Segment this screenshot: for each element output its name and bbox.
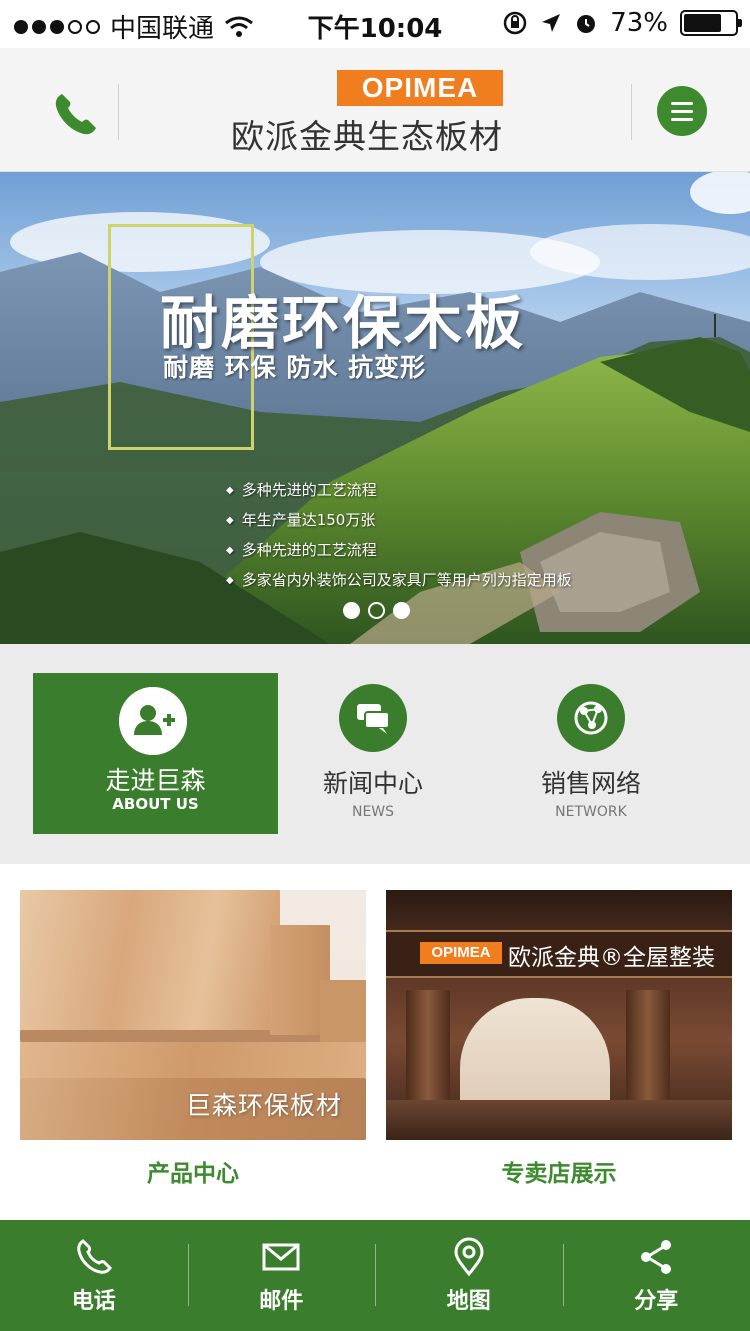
feature-title: 走进巨森 bbox=[105, 766, 206, 795]
add-user-icon bbox=[119, 687, 187, 755]
network-icon bbox=[557, 684, 625, 752]
feature-subtitle: ABOUT US bbox=[112, 795, 199, 813]
alarm-icon bbox=[577, 15, 596, 33]
pager-dot[interactable] bbox=[368, 602, 385, 619]
store-logo: OPIMEA bbox=[420, 942, 502, 964]
store-floor bbox=[386, 1100, 732, 1140]
product-center-card[interactable]: 巨森环保板材 产品中心 bbox=[20, 890, 366, 1188]
nav-label: 电话 bbox=[71, 1288, 116, 1314]
banner-bullet-list: 多种先进的工艺流程 年生产量达150万张 多种先进的工艺流程 多家省内外装饰公司… bbox=[226, 480, 572, 600]
pager-dot[interactable] bbox=[343, 602, 360, 619]
network-button[interactable]: 销售网络 NETWORK bbox=[501, 684, 681, 820]
banner-bullet: 年生产量达150万张 bbox=[226, 510, 572, 540]
feature-title: 销售网络 bbox=[540, 769, 641, 798]
phone-icon[interactable] bbox=[50, 88, 102, 140]
pager-dot[interactable] bbox=[393, 602, 410, 619]
store-sign-text: 欧派金典®全屋整装 bbox=[508, 945, 715, 971]
menu-icon-bar bbox=[671, 101, 693, 105]
carousel-pager bbox=[343, 602, 410, 619]
menu-icon-bar bbox=[671, 109, 693, 113]
feature-subtitle: NETWORK bbox=[555, 804, 627, 820]
brand-logo[interactable]: OPIMEA bbox=[337, 70, 503, 106]
wood-board-image: 巨森环保板材 bbox=[20, 890, 366, 1140]
menu-button[interactable] bbox=[657, 86, 707, 136]
header-divider bbox=[118, 84, 119, 140]
banner-bullet: 多种先进的工艺流程 bbox=[226, 480, 572, 510]
battery-percent: 73% bbox=[610, 8, 668, 38]
nav-mail-button[interactable]: 邮件 bbox=[187, 1220, 376, 1331]
product-image-text: 巨森环保板材 bbox=[185, 1091, 342, 1120]
store-interior-image: OPIMEA 欧派金典®全屋整装 bbox=[386, 890, 732, 1140]
feature-links: 走进巨森 ABOUT US 新闻中心 NEWS 销售网络 NETWORK bbox=[0, 644, 750, 864]
product-section: 巨森环保板材 产品中心 OPIMEA 欧派金典®全屋整装 专卖店展示 bbox=[0, 864, 750, 1220]
share-icon bbox=[641, 1239, 672, 1274]
bottom-nav: 电话 邮件 地图 分享 bbox=[0, 1220, 750, 1331]
nav-label: 邮件 bbox=[259, 1288, 304, 1314]
site-header: OPIMEA 欧派金典生态板材 bbox=[0, 48, 750, 172]
brand-name: 欧派金典生态板材 bbox=[231, 117, 503, 156]
menu-icon-bar bbox=[671, 117, 693, 121]
feature-title: 新闻中心 bbox=[322, 769, 423, 798]
nav-map-button[interactable]: 地图 bbox=[375, 1220, 563, 1331]
status-bar: 中国联通 下午10:04 73% bbox=[0, 0, 750, 48]
nav-share-button[interactable]: 分享 bbox=[562, 1220, 750, 1331]
battery-icon bbox=[680, 10, 742, 36]
phone-icon bbox=[77, 1238, 112, 1274]
news-button[interactable]: 新闻中心 NEWS bbox=[283, 684, 463, 820]
map-pin-icon bbox=[454, 1237, 484, 1276]
nav-label: 分享 bbox=[634, 1288, 679, 1314]
banner-bullet: 多家省内外装饰公司及家具厂等用户列为指定用板 bbox=[226, 570, 572, 600]
chat-icon bbox=[339, 684, 407, 752]
header-divider bbox=[631, 84, 632, 140]
banner-bullet: 多种先进的工艺流程 bbox=[226, 540, 572, 570]
store-showcase-card[interactable]: OPIMEA 欧派金典®全屋整装 专卖店展示 bbox=[386, 890, 732, 1188]
nav-phone-button[interactable]: 电话 bbox=[0, 1220, 188, 1331]
hero-banner[interactable]: 耐磨环保木板 耐磨 环保 防水 抗变形 多种先进的工艺流程 年生产量达150万张… bbox=[0, 172, 750, 644]
rotation-lock-icon bbox=[503, 11, 527, 35]
product-caption[interactable]: 产品中心 bbox=[20, 1154, 366, 1188]
feature-subtitle: NEWS bbox=[351, 804, 395, 820]
mail-icon bbox=[262, 1243, 300, 1270]
banner-subtitle: 耐磨 环保 防水 抗变形 bbox=[163, 353, 427, 382]
about-us-button[interactable]: 走进巨森 ABOUT US bbox=[33, 673, 278, 834]
product-caption[interactable]: 专卖店展示 bbox=[386, 1154, 732, 1188]
location-arrow-icon bbox=[542, 14, 561, 32]
nav-label: 地图 bbox=[446, 1288, 491, 1314]
